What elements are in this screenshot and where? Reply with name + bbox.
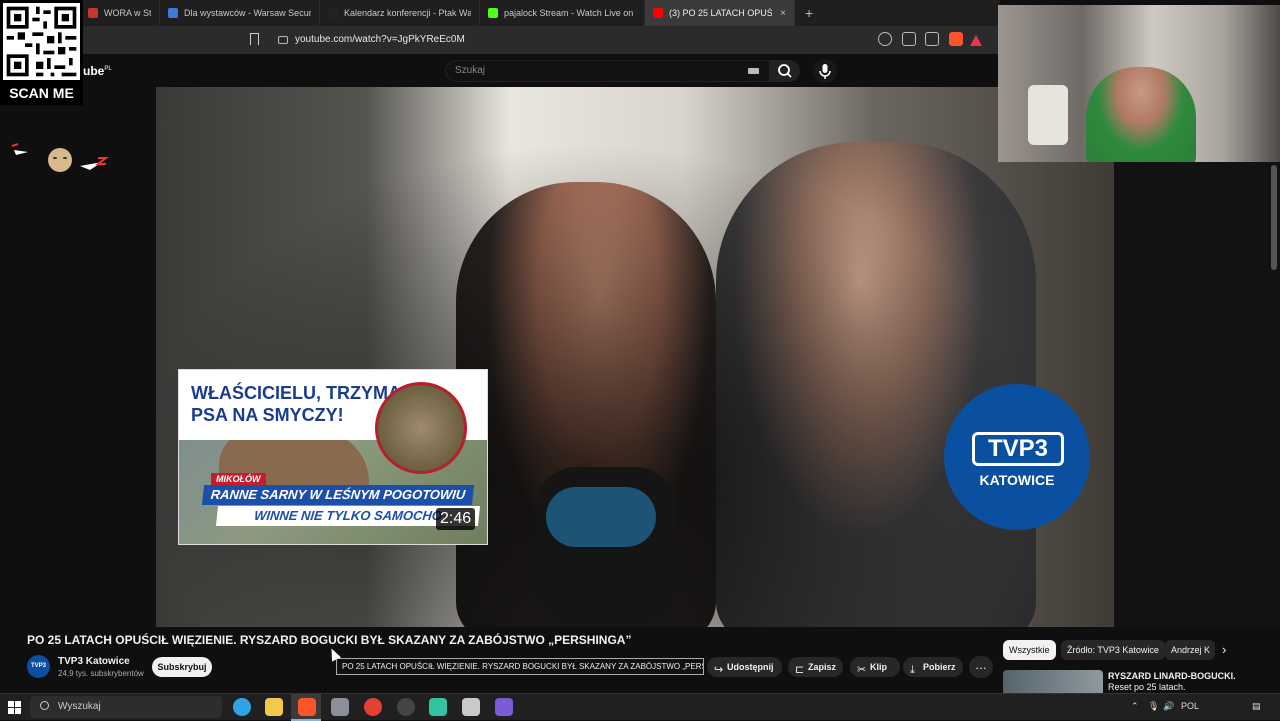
action-label: Zapisz	[808, 662, 837, 672]
thumbnail-location-tag: MIKOŁÓW	[211, 473, 266, 485]
tab-favicon-icon	[653, 8, 663, 18]
volume-icon[interactable]: 🔊	[1163, 701, 1174, 712]
browser-tab[interactable]: Dla wystawców - Warsaw Security &	[160, 0, 320, 26]
recommended-video-title[interactable]: RYSZARD LINARD-BOGUCKI. Reset po 25 latac…	[1108, 671, 1236, 693]
scissors-icon: ✂	[857, 664, 867, 676]
tab-label: Dla wystawców - Warsaw Security &	[184, 8, 311, 18]
webcam-overlay	[998, 5, 1280, 162]
search-button[interactable]	[770, 60, 800, 82]
qr-code-overlay: SCAN ME	[0, 0, 83, 105]
action-label: Klip	[870, 662, 887, 672]
tab-label: WORA w Stradale jes	[104, 8, 151, 18]
microphone-icon	[819, 64, 831, 79]
page-scrollbar[interactable]	[1271, 165, 1277, 270]
bookmark-page-icon[interactable]	[250, 33, 259, 45]
youtube-header: Szukaj	[0, 54, 1000, 87]
voice-search-button[interactable]	[813, 59, 837, 83]
tab-label: Kalendarz konferencji - Ptak Warsaw	[344, 8, 471, 18]
bookmark-icon: ⊏	[795, 664, 805, 676]
subscribe-button[interactable]: Subskrybuj	[152, 657, 212, 677]
windows-taskbar: Wyszukaj ⌃ 🎙 🔊 POL ▤	[0, 693, 1280, 721]
tab-favicon-icon	[168, 8, 178, 18]
sidebar-dark-area	[1114, 162, 1280, 627]
chevron-up-icon[interactable]: ⌃	[1131, 701, 1139, 712]
youtube-logo[interactable]: ubePL	[83, 64, 112, 78]
browser-tab[interactable]: WORA w Stradale jes	[80, 0, 160, 26]
file-explorer-icon[interactable]	[265, 698, 283, 716]
filter-chip[interactable]: Wszystkie	[1003, 640, 1056, 660]
download-icon: ⤓	[910, 664, 915, 676]
browser-tab[interactable]: Kalendarz konferencji - Ptak Warsaw	[320, 0, 480, 26]
store-icon[interactable]	[331, 698, 349, 716]
search-icon	[778, 64, 792, 78]
qr-scan-label: SCAN ME	[9, 85, 74, 101]
video-player[interactable]	[156, 87, 1114, 627]
keyboard-icon[interactable]	[748, 68, 759, 74]
search-icon	[40, 701, 49, 710]
browser-tab-bar: WORA w Stradale jes Dla wystawców - Warsa…	[0, 0, 1000, 26]
chrome-icon[interactable]	[364, 698, 382, 716]
video-title: PO 25 LATACH OPUŚCIŁ WIĘZIENIE. RYSZARD …	[27, 633, 632, 647]
search-placeholder: Szukaj	[455, 65, 486, 76]
share-page-icon[interactable]	[925, 32, 939, 46]
windows-start-icon[interactable]	[8, 701, 22, 715]
zapisz-button[interactable]: ⊏ Zapisz	[788, 657, 843, 677]
zoom-icon[interactable]	[878, 32, 892, 46]
app-icon[interactable]	[495, 698, 513, 716]
notifications-icon[interactable]: ▤	[1252, 701, 1261, 712]
tvp3-logo-box: TVP3	[972, 432, 1064, 466]
thumbnail-duration-badge: 2:46	[436, 508, 476, 530]
edge-icon[interactable]	[233, 698, 251, 716]
new-tab-button[interactable]: +	[805, 5, 813, 21]
more-actions-button[interactable]: …	[969, 656, 993, 678]
tvp3-logo-city: KATOWICE	[979, 472, 1055, 488]
brave-icon[interactable]	[298, 698, 316, 716]
pobierz-button[interactable]: ⤓ Pobierz	[903, 657, 963, 677]
address-bar-row: youtube.com/watch?v=JgPkYReEc0M	[0, 26, 1000, 54]
filter-chip[interactable]: Andrzej K	[1165, 640, 1215, 660]
share-icon: ↪	[714, 664, 724, 676]
channel-subscriber-count: 24,9 tys. subskrybentów	[58, 669, 144, 678]
action-label: Pobierz	[923, 662, 956, 672]
action-label: Udostępnij	[727, 662, 774, 672]
filter-chip[interactable]: Źródło: TVP3 Katowice	[1061, 640, 1165, 660]
settings-icon[interactable]	[462, 698, 480, 716]
streamlabs-icon[interactable]	[429, 698, 447, 716]
tab-label: pajalock Stream - Watch Live on Kick	[504, 8, 636, 18]
thumbnail-inset-photo	[375, 382, 467, 474]
language-indicator[interactable]: POL	[1181, 701, 1199, 711]
tab-label: (3) PO 25 LATACH OPUŚCIŁ W	[669, 8, 773, 18]
channel-name[interactable]: TVP3 Katowice	[58, 656, 130, 667]
cast-icon[interactable]	[902, 32, 916, 46]
channel-avatar[interactable]: TVP3	[27, 655, 50, 678]
brave-shield-icon[interactable]	[949, 32, 963, 46]
tab-favicon-icon	[328, 8, 338, 18]
udostępnij-button[interactable]: ↪ Udostępnij	[707, 657, 782, 677]
browser-tab[interactable]: (3) PO 25 LATACH OPUŚCIŁ W ×	[645, 0, 795, 26]
thumbnail-band-primary: RANNE SARNY W LEŚNYM POGOTOWIU	[201, 485, 475, 505]
close-tab-icon[interactable]: ×	[780, 8, 786, 19]
taskbar-search-input[interactable]: Wyszukaj	[30, 696, 222, 718]
title-tooltip: PO 25 LATACH OPUŚCIŁ WIĘZIENIE. RYSZARD …	[336, 658, 704, 675]
chevron-right-icon[interactable]: ›	[1222, 642, 1226, 657]
obs-icon[interactable]	[397, 698, 415, 716]
streamer-webcam	[1086, 67, 1196, 162]
tab-favicon-icon	[88, 8, 98, 18]
brave-rewards-icon[interactable]	[970, 35, 982, 46]
tab-favicon-icon	[488, 8, 498, 18]
cat-emote-icon	[11, 143, 109, 172]
microphone-tray-icon[interactable]: 🎙	[1148, 701, 1159, 712]
search-input[interactable]: Szukaj	[445, 60, 770, 82]
klip-button[interactable]: ✂ Klip	[850, 657, 900, 677]
qr-code-icon	[3, 3, 80, 80]
browser-tab[interactable]: pajalock Stream - Watch Live on Kick	[480, 0, 645, 26]
